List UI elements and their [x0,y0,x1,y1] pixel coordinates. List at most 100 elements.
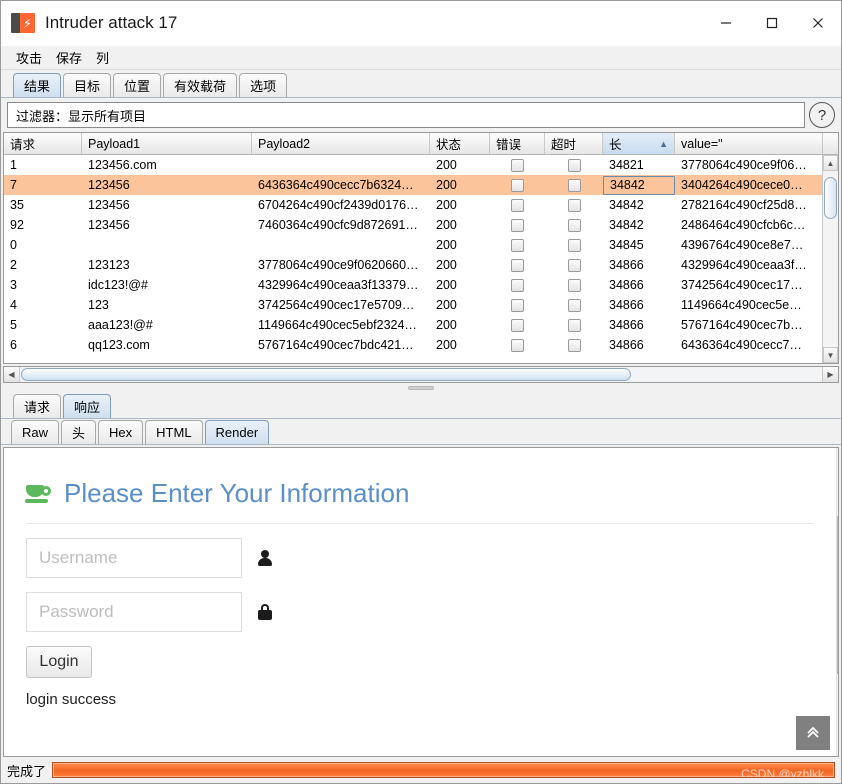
tab-html[interactable]: HTML [145,420,203,444]
table-vertical-scrollbar[interactable]: ▲ ▼ [822,155,838,363]
password-input[interactable]: Password [26,592,242,632]
horizontal-scroll-track[interactable] [20,367,822,382]
cell-request: 1 [10,158,17,172]
tab-raw[interactable]: Raw [11,420,60,444]
maximize-button[interactable] [749,1,795,46]
table-row[interactable]: 3 idc123!@# 4329964c490ceaa3f13379… 200 3486… [4,275,838,295]
column-header-value[interactable]: value=" [675,133,823,154]
error-checkbox[interactable] [511,198,524,212]
timeout-checkbox[interactable] [567,158,581,172]
column-header-status[interactable]: 状态 [430,133,490,154]
tab-options[interactable]: 选项 [239,73,288,97]
table-row[interactable]: 0 200 34845 4396764c490ce8e7… [4,235,838,255]
cell-payload1: aaa123!@# [88,318,153,332]
error-checkbox[interactable] [511,298,524,312]
error-checkbox[interactable] [511,218,524,232]
tab-positions[interactable]: 位置 [113,73,162,97]
tab-response[interactable]: 响应 [63,394,112,418]
render-scroll-track[interactable] [837,464,838,740]
cell-status: 200 [436,318,457,332]
cell-payload1: 123456 [88,178,130,192]
cell-request: 4 [10,298,17,312]
timeout-checkbox[interactable] [567,178,581,192]
table-row[interactable]: 5 aaa123!@# 1149664c490cec5ebf2324… 200 3486… [4,315,838,335]
cell-payload1 [82,235,252,255]
scroll-left-icon[interactable]: ◀ [4,367,20,382]
vertical-scroll-thumb[interactable] [824,177,837,219]
watermark-text: CSDN @yzhlkk [741,767,824,778]
menu-bar: 攻击 保存 列 [1,46,841,70]
render-vertical-scrollbar[interactable]: ▲ ▼ [836,448,838,756]
table-row[interactable]: 92 123456 7460364c490cfc9d872691… 200 34842 2… [4,215,838,235]
tab-headers[interactable]: 头 [61,420,97,444]
error-checkbox[interactable] [511,258,524,272]
error-checkbox[interactable] [511,178,524,192]
render-scroll-down-icon[interactable]: ▼ [837,740,838,756]
menu-save[interactable]: 保存 [49,46,89,69]
scroll-up-icon[interactable]: ▲ [823,155,838,171]
error-checkbox[interactable] [511,338,524,352]
timeout-checkbox[interactable] [567,318,581,332]
timeout-checkbox[interactable] [567,198,581,212]
tab-request[interactable]: 请求 [13,394,62,418]
table-row[interactable]: 7 123456 6436364c490cecc7b6324… 200 34842 340… [4,175,838,195]
timeout-checkbox[interactable] [567,278,581,292]
minimize-button[interactable] [703,1,749,46]
cell-payload2 [252,235,430,255]
timeout-checkbox[interactable] [567,338,581,352]
question-mark-icon[interactable]: ? [809,102,835,128]
tab-render[interactable]: Render [204,420,270,444]
column-header-timeout[interactable]: 超时 [545,133,603,154]
render-scroll-thumb[interactable] [837,516,838,674]
table-row[interactable]: 35 123456 6704264c490cf2439d0176… 200 34842 2… [4,195,838,215]
message-tab-strip: 请求 响应 [1,393,841,419]
cell-length: 34866 [609,298,644,312]
login-button[interactable]: Login [26,646,92,678]
cell-error [490,335,545,355]
splitter-grip[interactable] [408,386,434,390]
column-header-length[interactable]: 长 ▲ [603,133,675,154]
tab-results[interactable]: 结果 [13,73,62,97]
timeout-checkbox[interactable] [567,258,581,272]
tab-target[interactable]: 目标 [63,73,112,97]
close-button[interactable] [795,1,841,46]
horizontal-scroll-thumb[interactable] [21,368,631,381]
column-header-request[interactable]: 请求 [4,133,82,154]
error-checkbox[interactable] [511,318,524,332]
back-to-top-button[interactable] [796,716,830,750]
window-title: Intruder attack 17 [45,13,178,32]
rendered-page: Please Enter Your Information Username P… [4,448,836,756]
table-row[interactable]: 2 123123 3778064c490ce9f0620660… 200 34866 43… [4,255,838,275]
timeout-checkbox[interactable] [567,298,581,312]
cell-error [490,255,545,275]
table-row[interactable]: 1 123456.com 200 34821 3778064c490ce9f06… [4,155,838,175]
filter-field[interactable]: 过滤器：显示所有项目 [7,102,805,128]
scroll-down-icon[interactable]: ▼ [823,347,838,363]
column-header-payload2[interactable]: Payload2 [252,133,430,154]
vertical-scroll-track[interactable] [823,171,838,347]
window-controls [703,1,841,46]
tab-hex[interactable]: Hex [98,420,144,444]
column-header-payload1[interactable]: Payload1 [82,133,252,154]
menu-columns[interactable]: 列 [89,46,116,69]
table-horizontal-scrollbar[interactable]: ◀ ▶ [3,366,839,383]
username-input[interactable]: Username [26,538,242,578]
pane-splitter[interactable] [1,383,841,393]
timeout-checkbox[interactable] [567,218,581,232]
cell-value: 3778064c490ce9f06… [681,158,807,172]
scroll-right-icon[interactable]: ▶ [822,367,838,382]
intruder-attack-window: ⚡ Intruder attack 17 攻击 保存 列 结果 目标 位置 有效… [0,0,842,784]
menu-attack[interactable]: 攻击 [9,46,49,69]
cell-value: 1149664c490cec5e… [681,298,802,312]
column-header-error[interactable]: 错误 [490,133,545,154]
error-checkbox[interactable] [511,238,524,252]
timeout-checkbox[interactable] [567,238,581,252]
error-checkbox[interactable] [511,158,524,172]
tab-payloads[interactable]: 有效载荷 [163,73,238,97]
cell-timeout [545,215,603,235]
table-row[interactable]: 6 qq123.com 5767164c490cec7bdc421… 200 34866… [4,335,838,355]
render-scroll-up-icon[interactable]: ▲ [837,448,838,464]
cell-payload2: 7460364c490cfc9d872691… [258,218,418,232]
error-checkbox[interactable] [511,278,524,292]
table-row[interactable]: 4 123 3742564c490cec17e5709… 200 34866 114966… [4,295,838,315]
